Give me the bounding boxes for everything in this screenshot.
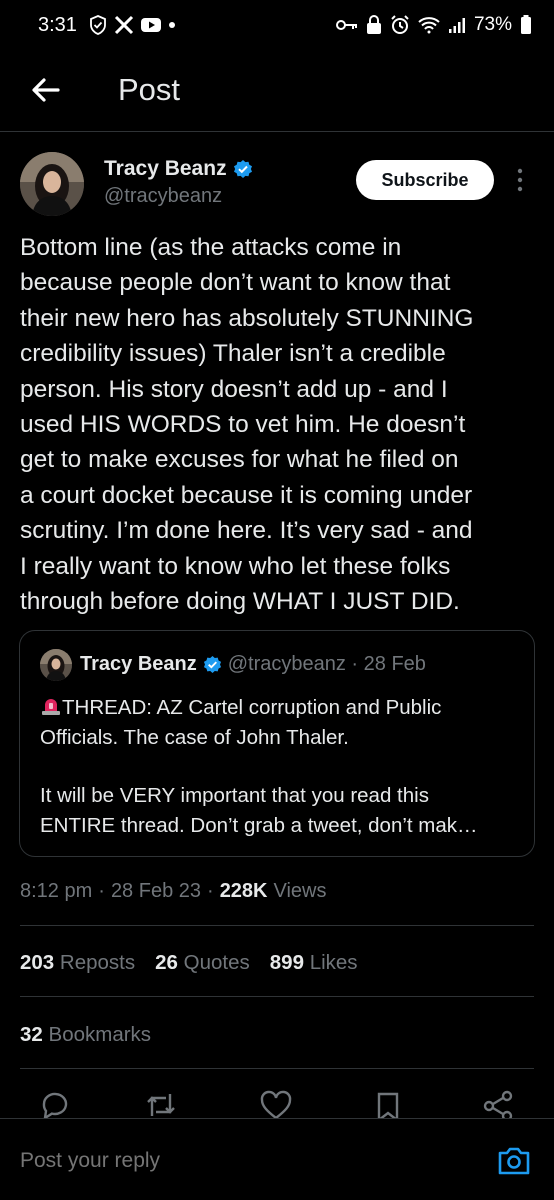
like-icon[interactable] bbox=[259, 1090, 293, 1120]
post-text: Bottom line (as the attacks come in beca… bbox=[20, 234, 474, 616]
quote-author-name: Tracy Beanz bbox=[80, 653, 197, 675]
engagement-stats: 203 Reposts 26 Quotes 899 Likes bbox=[20, 951, 358, 975]
reposts-stat[interactable]: 203 Reposts bbox=[20, 951, 135, 975]
likes-count: 899 bbox=[269, 951, 304, 974]
back-arrow-icon[interactable] bbox=[26, 70, 66, 110]
more-options-icon[interactable] bbox=[513, 166, 527, 194]
reply-bar bbox=[0, 1118, 554, 1200]
shield-check-icon bbox=[90, 15, 106, 35]
repost-icon[interactable] bbox=[144, 1090, 178, 1120]
battery-percent: 73% bbox=[473, 14, 512, 35]
quote-avatar bbox=[40, 649, 72, 681]
divider bbox=[20, 996, 534, 997]
quote-header: Tracy Beanz @tracybeanz · 28 Feb bbox=[80, 653, 426, 676]
dot-icon bbox=[169, 22, 175, 28]
quote-meta: @tracybeanz · 28 Feb bbox=[227, 653, 426, 675]
key-icon bbox=[335, 20, 357, 30]
bookmarks-label: Bookmarks bbox=[48, 1023, 152, 1046]
quote-text-line2: It will be VERY important that you read … bbox=[40, 784, 478, 837]
post-time: 8:12 pm bbox=[20, 880, 93, 902]
status-bar: 3:31 73% bbox=[0, 0, 554, 54]
views-count: 228K bbox=[219, 880, 268, 902]
reply-icon[interactable] bbox=[38, 1090, 72, 1120]
quote-text: THREAD: AZ Cartel corruption and Public … bbox=[40, 693, 520, 840]
likes-label: Likes bbox=[309, 951, 358, 974]
status-time: 3:31 bbox=[38, 14, 77, 36]
quote-text-line1: THREAD: AZ Cartel corruption and Public … bbox=[40, 696, 442, 749]
author-name-text: Tracy Beanz bbox=[104, 157, 227, 180]
divider bbox=[20, 1068, 534, 1069]
likes-stat[interactable]: 899 Likes bbox=[270, 951, 358, 975]
author-handle[interactable]: @tracybeanz bbox=[104, 185, 222, 208]
youtube-icon bbox=[141, 18, 161, 32]
reposts-count: 203 bbox=[20, 951, 55, 974]
battery-icon bbox=[521, 15, 531, 34]
quoted-post[interactable]: Tracy Beanz @tracybeanz · 28 Feb THREAD:… bbox=[19, 630, 535, 857]
bookmark-icon[interactable] bbox=[371, 1090, 405, 1120]
verified-badge-icon bbox=[233, 160, 252, 178]
post-timestamp: 8:12 pm · 28 Feb 23 · 228K Views bbox=[20, 880, 327, 902]
share-icon[interactable] bbox=[481, 1090, 515, 1120]
reply-input[interactable] bbox=[20, 1149, 440, 1173]
lock-icon bbox=[366, 15, 381, 34]
bookmarks-stat[interactable]: 32 Bookmarks bbox=[20, 1023, 151, 1047]
quotes-stat[interactable]: 26 Quotes bbox=[155, 951, 250, 975]
page-title: Post bbox=[118, 72, 181, 107]
author-name[interactable]: Tracy Beanz bbox=[104, 157, 253, 181]
alarm-icon bbox=[391, 15, 409, 34]
signal-icon bbox=[448, 18, 465, 33]
camera-icon[interactable] bbox=[496, 1143, 532, 1179]
reposts-label: Reposts bbox=[59, 951, 136, 974]
divider bbox=[20, 925, 534, 926]
avatar[interactable] bbox=[20, 152, 84, 216]
x-logo-icon bbox=[114, 15, 134, 35]
avatar-image bbox=[20, 152, 84, 216]
verified-badge-icon bbox=[203, 655, 221, 674]
post-date: 28 Feb 23 bbox=[110, 880, 202, 902]
subscribe-button[interactable]: Subscribe bbox=[356, 160, 494, 200]
quotes-label: Quotes bbox=[183, 951, 250, 974]
action-bar bbox=[0, 1090, 554, 1120]
wifi-icon bbox=[418, 17, 440, 34]
quotes-count: 26 bbox=[155, 951, 178, 974]
bookmarks-count: 32 bbox=[20, 1023, 43, 1046]
views-label: Views bbox=[273, 880, 327, 902]
siren-emoji-icon bbox=[42, 699, 60, 715]
top-app-bar: Post bbox=[0, 54, 554, 132]
